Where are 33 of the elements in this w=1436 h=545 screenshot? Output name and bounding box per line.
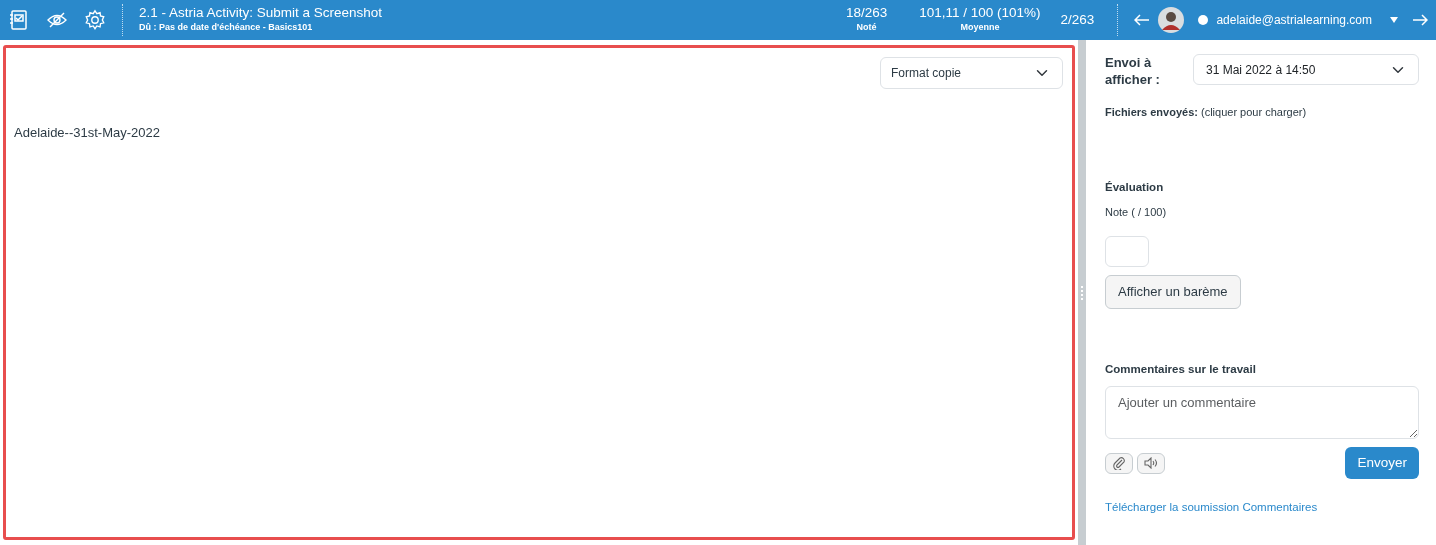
media-button[interactable] (1137, 452, 1165, 474)
submission-label: Envoi à afficher : (1105, 54, 1161, 88)
next-arrow-icon[interactable] (1412, 14, 1428, 26)
speaker-icon (1144, 457, 1158, 470)
student-selector[interactable]: adelaide@astrialearning.com (1216, 11, 1372, 29)
send-button[interactable]: Envoyer (1345, 447, 1419, 480)
submission-select[interactable]: 31 Mai 2022 à 14:50 (1193, 54, 1419, 85)
position-counter: 2/263 (1060, 12, 1096, 28)
paperclip-icon (1112, 456, 1126, 471)
stat-value: 18/263 (845, 5, 888, 22)
assignment-title: 2.1 - Astria Activity: Submit a Screenshot (139, 5, 384, 22)
attach-button[interactable] (1105, 452, 1133, 474)
stat-label: Moyenne (959, 21, 1001, 35)
grading-heading: Évaluation (1105, 179, 1165, 195)
caret-icon[interactable] (1390, 17, 1398, 23)
comment-field[interactable]: Ajouter un commentaire (1105, 386, 1419, 439)
submission-text: Adelaide--31st-May-2022 (14, 124, 161, 142)
download-link[interactable]: Télécharger la soumission Commentaires (1105, 499, 1318, 517)
format-select[interactable]: Format copie (880, 57, 1063, 89)
settings-icon[interactable] (84, 9, 106, 31)
gradebook-icon[interactable] (8, 9, 30, 31)
uploaded-files-text[interactable]: Fichiers envoyés: (cliquer pour charger) (1105, 104, 1419, 121)
rubric-button[interactable]: Afficher un barème (1105, 275, 1241, 309)
stat-label: Noté (855, 21, 878, 35)
due-date-text: Dû : Pas de date d'échéance - Basics101 (139, 21, 314, 35)
stat-value: 101,11 / 100 (101%) (919, 5, 1041, 22)
previous-arrow-icon[interactable] (1134, 14, 1151, 26)
avatar (1158, 7, 1185, 33)
grade-label: Note ( / 100) (1105, 204, 1168, 220)
grade-input[interactable] (1105, 236, 1149, 268)
comments-heading: Commentaires sur le travail (1105, 361, 1257, 377)
resize-handle[interactable] (1081, 285, 1083, 300)
status-dot (1198, 15, 1209, 25)
